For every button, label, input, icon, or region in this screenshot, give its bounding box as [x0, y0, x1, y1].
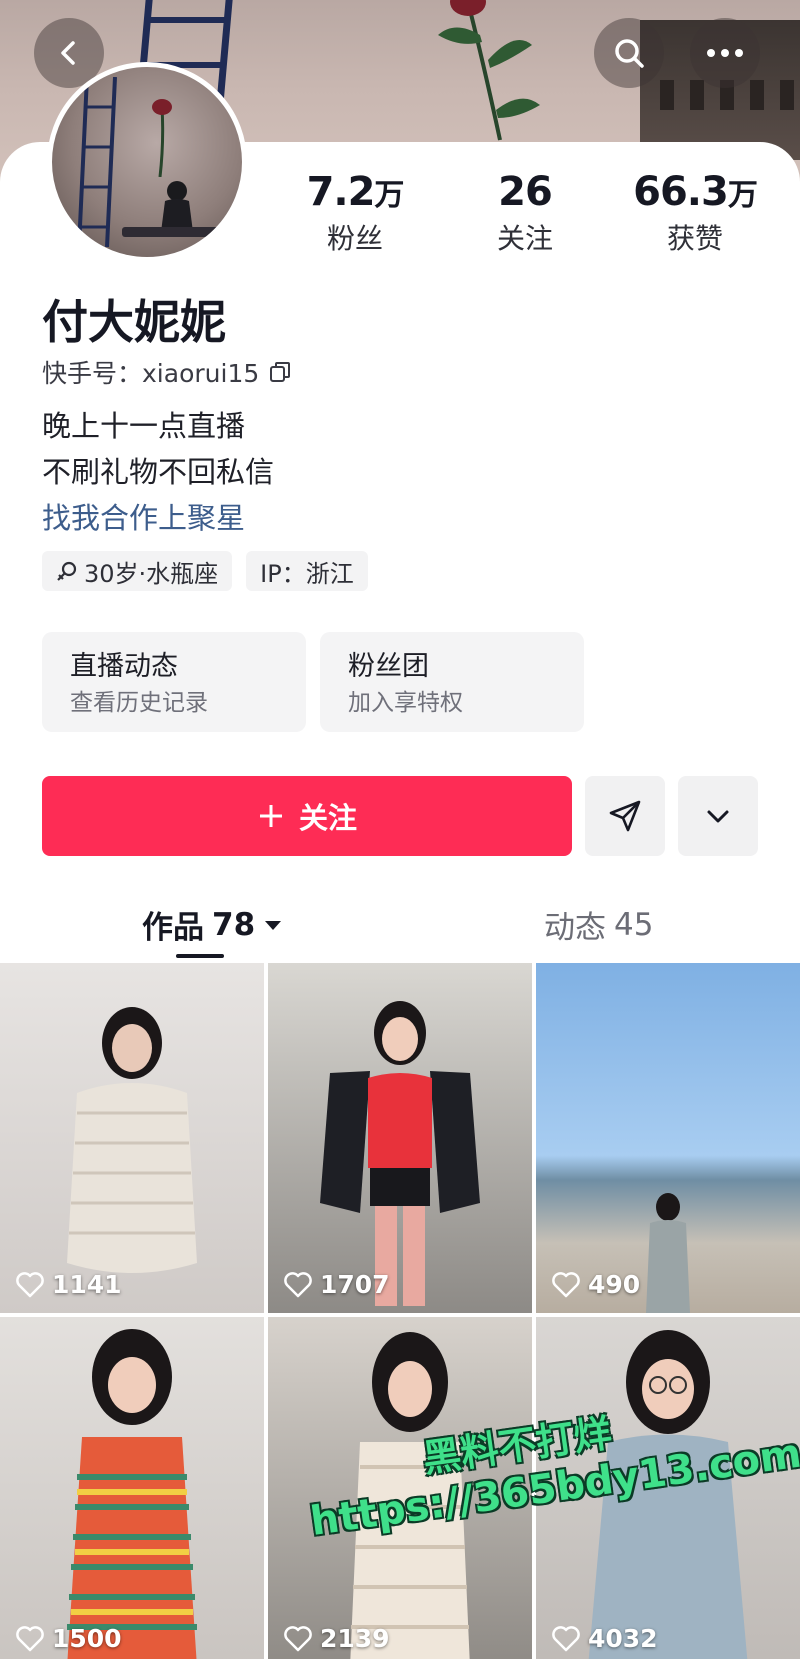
follow-label: 关注	[298, 801, 357, 835]
live-history-subtitle: 查看历史记录	[70, 690, 208, 716]
age-tag-text: 30岁·水瓶座	[84, 559, 219, 588]
likes-count: 66.3	[633, 169, 729, 215]
likes-unit: 万	[727, 178, 758, 213]
stat-likes[interactable]: 66.3万 获赞	[610, 168, 780, 258]
female-symbol-icon	[57, 561, 77, 581]
live-history-card[interactable]: 直播动态 查看历史记录	[42, 632, 306, 732]
bio-link[interactable]: 找我合作上聚星	[42, 495, 274, 541]
followers-count: 7.2	[306, 169, 376, 215]
like-count-text: 2139	[320, 1624, 390, 1653]
ip-tag: IP：浙江	[246, 551, 368, 591]
profile-name: 付大妮妮	[42, 295, 226, 349]
heart-icon	[552, 1271, 580, 1297]
thumbnail-figure	[67, 1007, 197, 1273]
message-button[interactable]	[585, 776, 665, 856]
search-button[interactable]	[594, 18, 664, 88]
thumbnail-figure	[350, 1332, 470, 1659]
avatar-rose	[152, 99, 172, 177]
more-dots-icon	[707, 49, 743, 57]
bio: 晚上十一点直播 不刷礼物不回私信 找我合作上聚星	[42, 403, 274, 541]
heart-icon	[16, 1625, 44, 1651]
tab-works[interactable]: 作品 78	[142, 902, 283, 947]
thumbnail-figure	[320, 1001, 480, 1306]
likes-label: 获赞	[666, 222, 723, 255]
video-grid: 1141 1707 490 1500 2139 4032	[0, 963, 800, 1659]
avatar-ladder	[77, 77, 117, 247]
video-thumbnail[interactable]: 1707	[268, 963, 532, 1313]
video-thumbnail[interactable]: 4032	[536, 1317, 800, 1659]
stat-followers[interactable]: 7.2万 粉丝	[270, 168, 440, 258]
following-label: 关注	[496, 222, 553, 255]
kuaishou-id: xiaorui15	[142, 359, 260, 388]
content-tabs: 作品 78 动态 45	[0, 894, 800, 964]
avatar-bench	[122, 227, 232, 237]
kuaishou-id-row: 快手号：xiaorui15	[42, 354, 291, 390]
like-count-text: 4032	[588, 1624, 658, 1653]
like-count-text: 1707	[320, 1270, 390, 1299]
like-count: 490	[552, 1270, 640, 1299]
tab-works-label: 作品	[142, 910, 204, 946]
copy-icon[interactable]	[269, 361, 291, 383]
video-thumbnail[interactable]: 1500	[0, 1317, 264, 1659]
fan-club-title: 粉丝团	[348, 651, 429, 682]
followers-unit: 万	[374, 178, 404, 213]
video-thumbnail[interactable]: 2139	[268, 1317, 532, 1659]
followers-label: 粉丝	[326, 222, 383, 255]
like-count: 1707	[284, 1270, 390, 1299]
tab-moments-label: 动态	[544, 910, 606, 946]
like-count-text: 1500	[52, 1624, 122, 1653]
fan-club-subtitle: 加入享特权	[348, 690, 463, 716]
more-actions-button[interactable]	[678, 776, 758, 856]
rose-decoration	[438, 0, 540, 141]
tab-active-indicator	[176, 954, 224, 958]
stats-row: 7.2万 粉丝 26 关注 66.3万 获赞	[270, 168, 780, 258]
follow-button[interactable]: 关注	[42, 776, 572, 856]
thumbnail-figure	[67, 1329, 197, 1659]
tab-moments[interactable]: 动态 45	[544, 902, 653, 947]
kuaishou-id-label: 快手号：	[42, 359, 143, 388]
tags-row: 30岁·水瓶座 IP：浙江	[42, 551, 368, 591]
age-tag: 30岁·水瓶座	[42, 551, 233, 591]
more-options-button[interactable]	[690, 18, 760, 88]
heart-icon	[552, 1625, 580, 1651]
stat-following[interactable]: 26 关注	[440, 168, 610, 258]
video-thumbnail[interactable]: 1141	[0, 963, 264, 1313]
bio-line: 不刷礼物不回私信	[42, 455, 275, 489]
live-history-title: 直播动态	[70, 651, 178, 682]
heart-icon	[16, 1271, 44, 1297]
avatar[interactable]	[47, 62, 247, 262]
chevron-left-icon	[61, 41, 75, 65]
heart-icon	[284, 1625, 312, 1651]
like-count: 1141	[16, 1270, 122, 1299]
search-icon	[615, 39, 644, 68]
heart-icon	[284, 1271, 312, 1297]
send-arrow-icon	[609, 800, 641, 832]
bio-line: 晚上十一点直播	[42, 409, 246, 443]
caret-down-icon	[265, 920, 282, 930]
tab-works-count: 78	[212, 906, 256, 943]
chevron-down-icon	[707, 810, 729, 823]
plus-icon	[259, 805, 282, 827]
video-thumbnail[interactable]: 490	[536, 963, 800, 1313]
like-count: 4032	[552, 1624, 658, 1653]
like-count-text: 490	[588, 1270, 641, 1299]
following-count: 26	[498, 169, 553, 215]
ip-tag-text: IP：浙江	[260, 559, 354, 588]
thumbnail-figure	[588, 1330, 748, 1659]
like-count: 2139	[284, 1624, 390, 1653]
like-count: 1500	[16, 1624, 122, 1653]
like-count-text: 1141	[52, 1270, 122, 1299]
tab-moments-count: 45	[614, 906, 654, 943]
fan-club-card[interactable]: 粉丝团 加入享特权	[320, 632, 584, 732]
